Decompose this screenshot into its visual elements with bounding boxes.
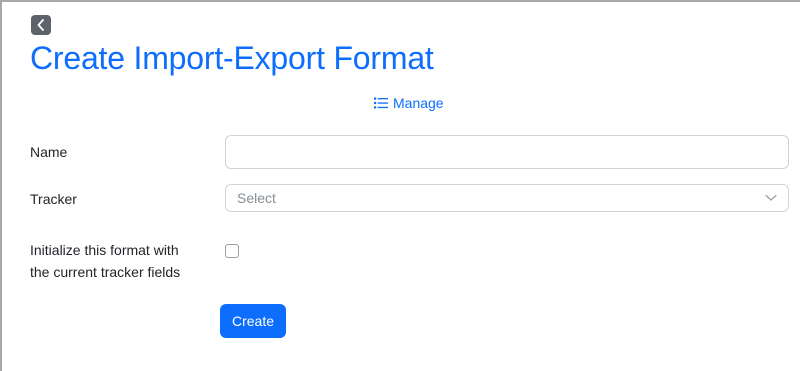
create-button[interactable]: Create: [220, 304, 286, 338]
chevron-left-icon: [37, 19, 44, 31]
chevron-down-icon: [765, 194, 777, 201]
manage-link-label: Manage: [393, 95, 444, 111]
list-icon: [374, 97, 388, 109]
initialize-checkbox[interactable]: [225, 244, 239, 258]
initialize-label-line2: the current tracker fields: [30, 264, 181, 280]
tracker-select-placeholder: Select: [237, 190, 276, 206]
name-input[interactable]: [225, 135, 789, 169]
page-title: Create Import-Export Format: [30, 40, 434, 76]
tracker-select[interactable]: Select: [225, 184, 789, 212]
app-frame: Create Import-Export Format Manage Name …: [0, 0, 800, 371]
initialize-label: Initialize this format with the current …: [30, 239, 180, 283]
tracker-label: Tracker: [30, 191, 77, 207]
back-button[interactable]: [31, 15, 51, 35]
manage-link[interactable]: Manage: [374, 95, 444, 111]
name-label: Name: [30, 144, 68, 160]
initialize-label-line1: Initialize this format with: [30, 242, 179, 258]
